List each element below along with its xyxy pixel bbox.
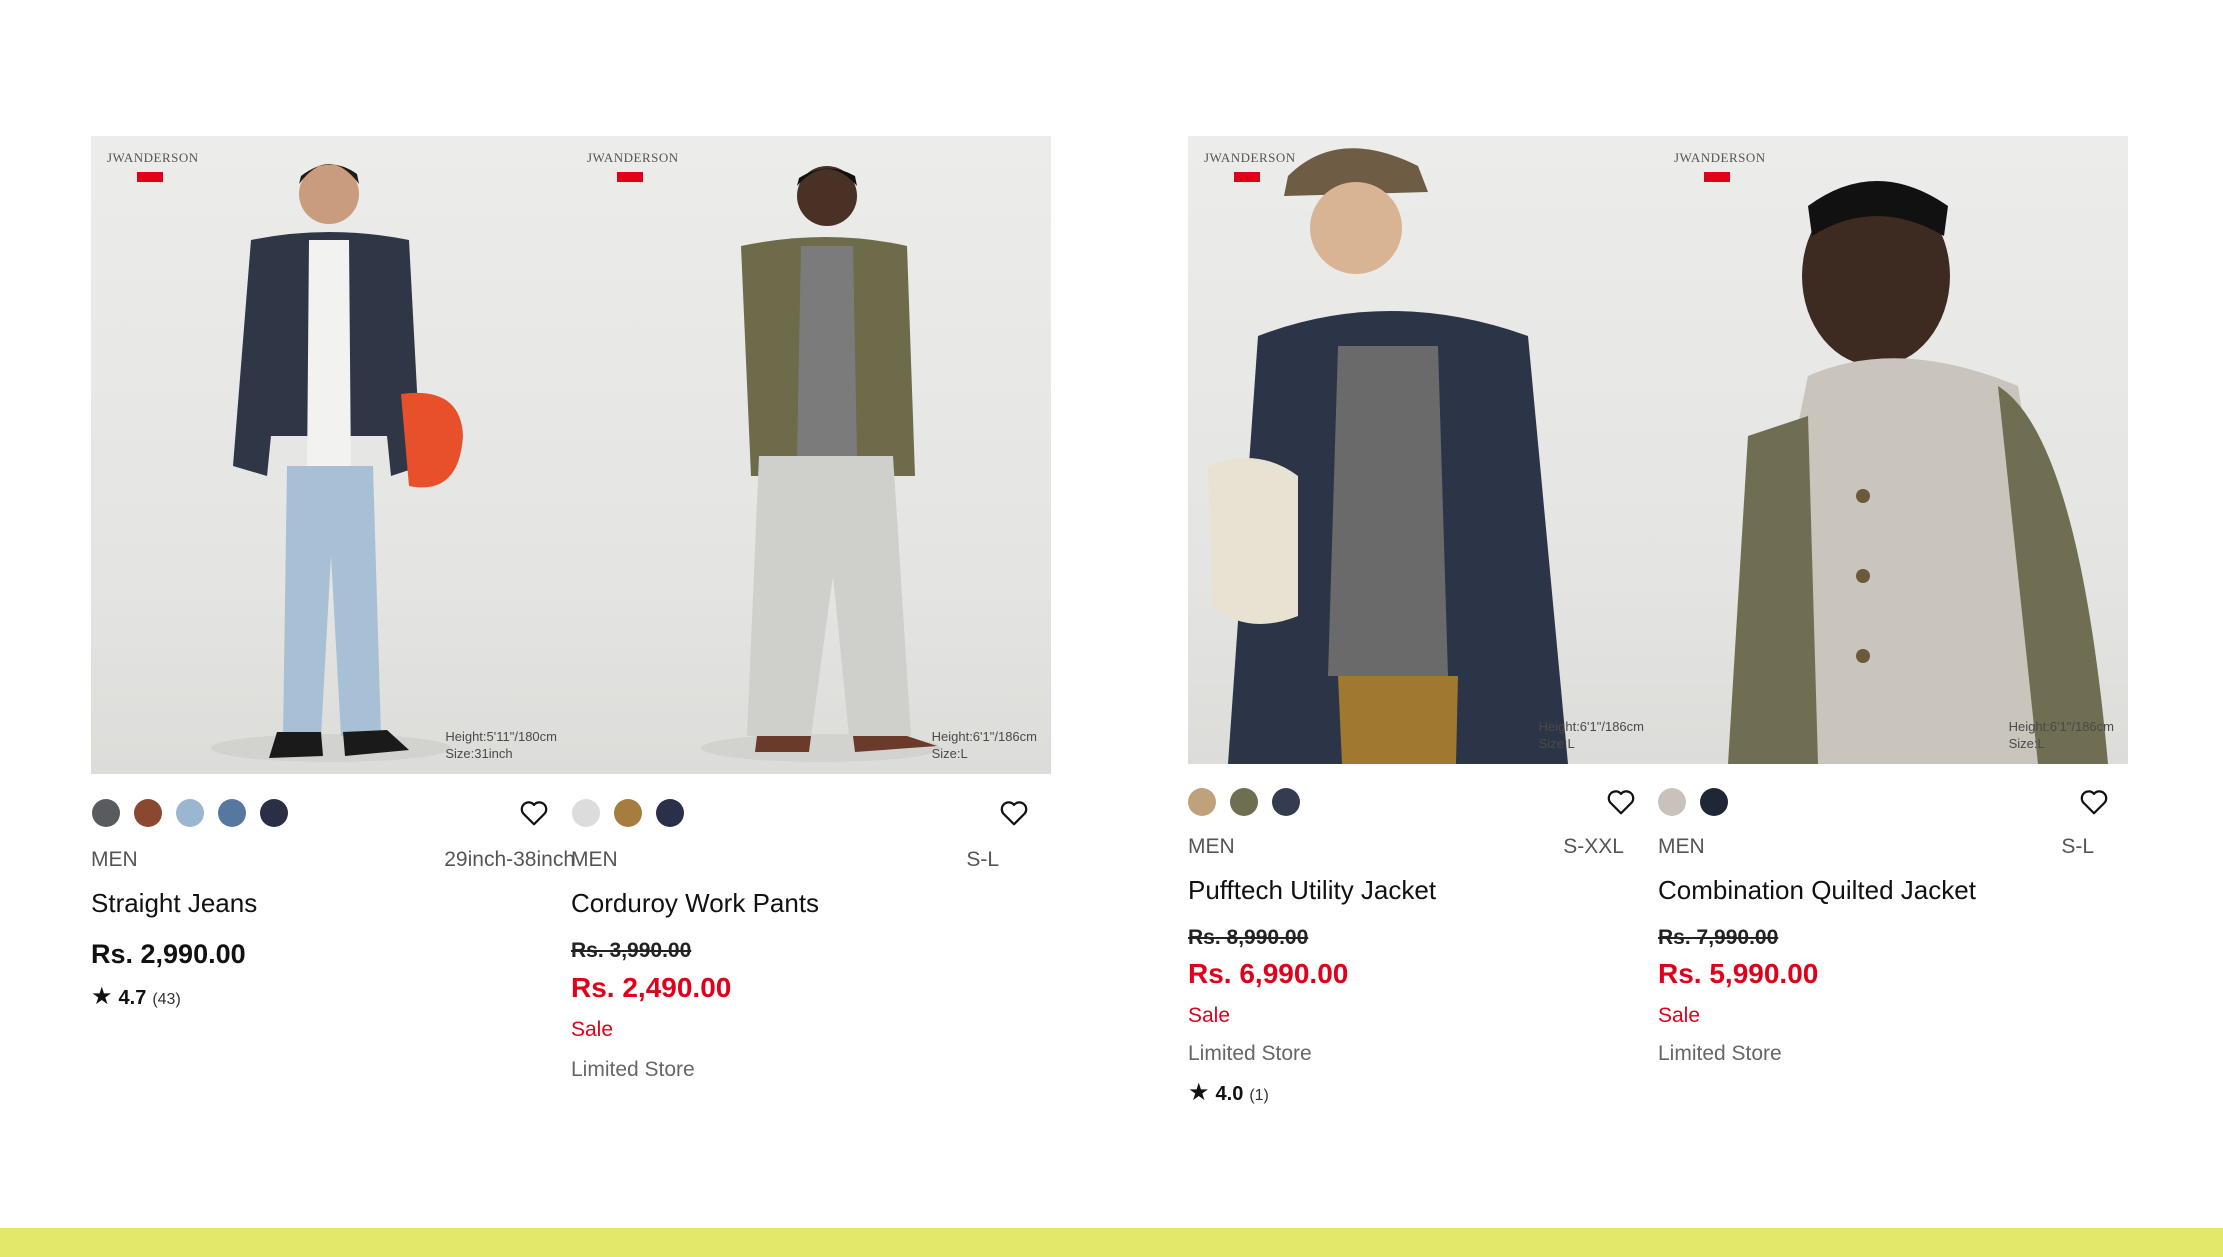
star-icon: ★	[91, 983, 113, 1010]
size-range: 29inch-38inch	[444, 848, 575, 871]
product-name[interactable]: Corduroy Work Pants	[571, 888, 819, 919]
rating-value: 4.0	[1215, 1083, 1244, 1105]
color-swatch[interactable]	[656, 799, 684, 827]
product-card-corduroy-work-pants[interactable]: JWANDERSON Height:6'1"/186cm Size:L MEN …	[571, 136, 1051, 1096]
wishlist-heart-icon[interactable]	[1606, 787, 1636, 817]
brand-logo-text: JWANDERSON	[1204, 150, 1296, 165]
model-height: Height:5'11"/180cm	[445, 729, 557, 744]
wishlist-heart-icon[interactable]	[519, 798, 549, 828]
product-card-combination-quilted-jacket[interactable]: JWANDERSON Height:6'1"/186cm Size:L MEN …	[1658, 136, 2130, 1116]
model-size-note: Height:5'11"/180cm Size:31inch	[445, 728, 557, 762]
model-height: Height:6'1"/186cm	[1538, 719, 1644, 734]
wishlist-heart-icon[interactable]	[999, 798, 1029, 828]
color-swatches	[1658, 788, 1728, 816]
gender-label: MEN	[91, 848, 138, 871]
model-size-note: Height:6'1"/186cm Size:L	[1539, 718, 1644, 752]
size-range: S-L	[966, 848, 999, 871]
rating-value: 4.7	[118, 987, 147, 1009]
original-price: Rs. 7,990.00	[1658, 926, 1779, 949]
gender-label: MEN	[1658, 835, 1705, 858]
color-swatch[interactable]	[1230, 788, 1258, 816]
brand-logo-text: JWANDERSON	[107, 150, 199, 165]
color-swatches	[1188, 788, 1300, 816]
brand-logo-text: JWANDERSON	[587, 150, 679, 165]
sale-label: Sale	[1188, 1004, 1231, 1027]
product-name[interactable]: Combination Quilted Jacket	[1658, 875, 1976, 906]
wishlist-heart-icon[interactable]	[2079, 787, 2109, 817]
color-swatch[interactable]	[134, 799, 162, 827]
original-price: Rs. 3,990.00	[571, 939, 692, 962]
color-swatch[interactable]	[1272, 788, 1300, 816]
limited-store-label: Limited Store	[1188, 1042, 1312, 1065]
size-range: S-L	[2061, 835, 2094, 858]
model-height: Height:6'1"/186cm	[2008, 719, 2114, 734]
product-price: Rs. 2,990.00	[91, 939, 246, 969]
product-image[interactable]: JWANDERSON Height:5'11"/180cm Size:31inc…	[91, 136, 571, 774]
limited-store-label: Limited Store	[1658, 1042, 1782, 1065]
color-swatch[interactable]	[1700, 788, 1728, 816]
model-photo-illustration	[701, 166, 941, 762]
model-photo-illustration	[1208, 148, 1568, 764]
gender-label: MEN	[1188, 835, 1235, 858]
product-name[interactable]: Pufftech Utility Jacket	[1188, 875, 1436, 906]
color-swatches	[92, 799, 288, 827]
color-swatch[interactable]	[260, 799, 288, 827]
footer-accent-bar	[0, 1228, 2223, 1257]
sale-price: Rs. 6,990.00	[1188, 958, 1349, 989]
color-swatch[interactable]	[92, 799, 120, 827]
product-image[interactable]: JWANDERSON Height:6'1"/186cm Size:L	[1188, 136, 1658, 764]
original-price: Rs. 8,990.00	[1188, 926, 1309, 949]
rating-count: (1)	[1249, 1087, 1269, 1104]
color-swatch[interactable]	[218, 799, 246, 827]
model-photo-illustration	[1728, 181, 2108, 764]
gender-label: MEN	[571, 848, 618, 871]
brand-logo-mark	[617, 172, 643, 182]
star-icon: ★	[1188, 1079, 1210, 1106]
model-height: Height:6'1"/186cm	[931, 729, 1037, 744]
model-size: Size:31inch	[445, 746, 513, 761]
product-card-pufftech-utility-jacket[interactable]: JWANDERSON Height:6'1"/186cm Size:L MEN …	[1188, 136, 1658, 1116]
size-range: S-XXL	[1563, 835, 1624, 858]
color-swatch[interactable]	[614, 799, 642, 827]
product-name[interactable]: Straight Jeans	[91, 888, 257, 919]
color-swatch[interactable]	[1188, 788, 1216, 816]
sale-price: Rs. 5,990.00	[1658, 958, 1819, 989]
model-size: Size:L	[1538, 736, 1575, 751]
model-photo-illustration	[211, 164, 463, 762]
product-rating: ★ 4.0 (1)	[1188, 1078, 1269, 1107]
color-swatches	[572, 799, 684, 827]
sale-label: Sale	[1658, 1004, 1701, 1027]
color-swatch[interactable]	[1658, 788, 1686, 816]
model-size-note: Height:6'1"/186cm Size:L	[932, 728, 1037, 762]
rating-count: (43)	[152, 991, 181, 1008]
color-swatch[interactable]	[572, 799, 600, 827]
brand-logo-text: JWANDERSON	[1674, 150, 1766, 165]
product-image[interactable]: JWANDERSON Height:6'1"/186cm Size:L	[571, 136, 1051, 774]
model-size: Size:L	[931, 746, 968, 761]
sale-label: Sale	[571, 1018, 614, 1041]
sale-price: Rs. 2,490.00	[571, 972, 732, 1003]
product-card-straight-jeans[interactable]: JWANDERSON Height:5'11"/180cm Size:31inc…	[91, 136, 575, 1016]
limited-store-label: Limited Store	[571, 1058, 695, 1081]
brand-logo-mark	[1234, 172, 1260, 182]
product-image[interactable]: JWANDERSON Height:6'1"/186cm Size:L	[1658, 136, 2128, 764]
model-size-note: Height:6'1"/186cm Size:L	[2009, 718, 2114, 752]
brand-logo-mark	[137, 172, 163, 182]
model-size: Size:L	[2008, 736, 2045, 751]
color-swatch[interactable]	[176, 799, 204, 827]
product-rating: ★ 4.7 (43)	[91, 982, 181, 1011]
brand-logo-mark	[1704, 172, 1730, 182]
